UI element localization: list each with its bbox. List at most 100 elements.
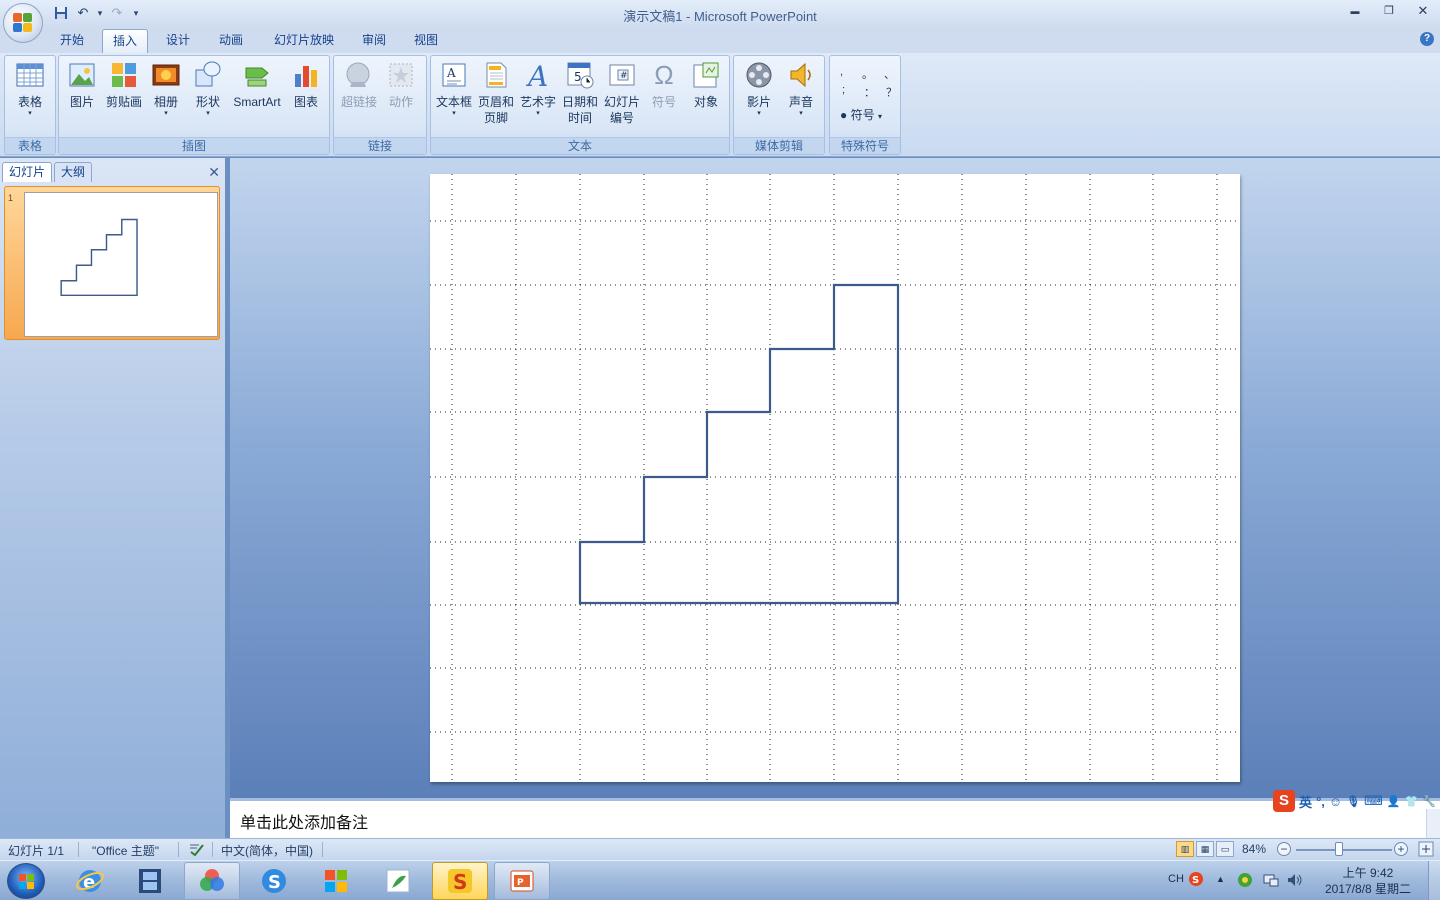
slide-canvas[interactable] xyxy=(430,174,1240,782)
tab-outline-pane[interactable]: 大纲 xyxy=(54,162,93,182)
special-char-comma[interactable]: , xyxy=(840,66,843,78)
sound-button[interactable]: 声音 ▾ xyxy=(780,60,822,136)
staircase-shape[interactable] xyxy=(578,283,900,605)
svg-text:S: S xyxy=(1192,875,1199,886)
wordart-button[interactable]: A 艺术字 ▾ xyxy=(517,60,559,136)
taskbar-color-app[interactable] xyxy=(184,862,240,900)
close-button[interactable]: ✕ xyxy=(1406,0,1440,22)
special-char-semicolon[interactable]: ; xyxy=(842,84,845,96)
taskbar-ie[interactable]: e xyxy=(62,862,118,900)
object-button[interactable]: 对象 xyxy=(685,60,727,136)
slide-thumbnail[interactable] xyxy=(24,192,218,337)
tab-home[interactable]: 开始 xyxy=(50,29,94,53)
chart-button[interactable]: 图表 xyxy=(285,60,327,136)
dropdown-arrow-icon: ▾ xyxy=(536,110,540,117)
notes-placeholder[interactable]: 单击此处添加备注 xyxy=(240,809,368,833)
slide-content xyxy=(430,174,1240,782)
zoom-level[interactable]: 84% xyxy=(1242,842,1266,856)
special-symbol-label: 符号 xyxy=(850,108,875,122)
clipart-label: 剪贴画 xyxy=(105,95,142,109)
special-char-enum-comma[interactable]: 、 xyxy=(884,66,895,82)
album-button[interactable]: 相册 ▾ xyxy=(145,60,187,136)
datetime-button[interactable]: 5 日期和 时间 xyxy=(559,60,601,136)
zoom-in-icon[interactable]: + xyxy=(1394,842,1408,856)
special-symbol-button[interactable]: ● 符号 ▾ xyxy=(840,106,882,123)
zoom-slider[interactable] xyxy=(1296,849,1392,851)
sogou-browser-icon: S xyxy=(262,869,286,893)
special-char-period[interactable]: 。 xyxy=(862,66,873,82)
clipart-button[interactable]: 剪贴画 xyxy=(103,60,145,136)
skin-icon[interactable]: 👕 xyxy=(1405,795,1419,808)
tab-review[interactable]: 审阅 xyxy=(352,29,396,53)
header-footer-button[interactable]: 页眉和 页脚 xyxy=(475,60,517,136)
tray-sogou-icon[interactable]: S xyxy=(1188,871,1204,890)
keyboard-icon[interactable]: ⌨ xyxy=(1364,793,1383,809)
user-icon[interactable]: 👤 xyxy=(1387,795,1401,808)
restore-button[interactable]: ❐ xyxy=(1372,0,1406,22)
group-label-special: 特殊符号 xyxy=(830,137,900,154)
tab-design[interactable]: 设计 xyxy=(156,29,200,53)
shapes-icon xyxy=(193,60,223,90)
picture-button[interactable]: 图片 xyxy=(61,60,103,136)
special-char-colon[interactable]: ： xyxy=(864,84,875,100)
tab-slideshow[interactable]: 幻灯片放映 xyxy=(264,29,344,53)
movie-button[interactable]: 影片 ▾ xyxy=(738,60,780,136)
group-tables: 表格 ▾ 表格 xyxy=(4,55,56,155)
slide-number-label: 幻灯片 编号 xyxy=(601,94,643,126)
tray-expand-icon[interactable]: ▲ xyxy=(1216,874,1225,884)
tab-insert[interactable]: 插入 xyxy=(102,29,148,53)
tray-language[interactable]: CH xyxy=(1168,873,1184,885)
datetime-label: 日期和 时间 xyxy=(559,94,601,126)
zoom-slider-thumb[interactable] xyxy=(1335,842,1344,856)
spellcheck-icon[interactable] xyxy=(188,842,206,860)
taskbar-sogou-browser[interactable]: S xyxy=(246,862,302,900)
movie-label: 影片 xyxy=(746,95,771,109)
zoom-out-icon[interactable]: − xyxy=(1277,842,1291,856)
taskbar-plant-app[interactable] xyxy=(370,862,426,900)
hyperlink-button[interactable]: 超链接 xyxy=(338,60,380,136)
tray-security-icon[interactable] xyxy=(1236,871,1254,892)
punctuation-icon[interactable]: °, xyxy=(1316,794,1325,809)
symbol-button[interactable]: Ω 符号 xyxy=(643,60,685,136)
close-icon[interactable]: ✕ xyxy=(208,164,220,181)
tray-network-icon[interactable] xyxy=(1262,871,1280,892)
taskbar-sogou-ime[interactable]: S xyxy=(432,862,488,900)
taskbar-video[interactable] xyxy=(122,862,178,900)
slide-thumbnail-selected[interactable]: 1 xyxy=(4,186,220,340)
help-icon[interactable]: ? xyxy=(1420,32,1434,46)
tab-slides-pane[interactable]: 幻灯片 xyxy=(2,162,53,182)
tools-icon[interactable]: 🔧 xyxy=(1422,795,1436,808)
action-button[interactable]: 动作 xyxy=(380,60,422,136)
sogou-s-icon[interactable]: S xyxy=(1273,790,1296,812)
taskbar-powerpoint[interactable]: P xyxy=(494,862,550,900)
fit-to-window-icon[interactable] xyxy=(1418,841,1434,860)
tab-animations[interactable]: 动画 xyxy=(208,29,254,53)
language-indicator[interactable]: 中文(简体，中国) xyxy=(221,842,313,859)
taskbar-apps[interactable] xyxy=(308,862,364,900)
svg-text:A: A xyxy=(446,66,456,80)
normal-view-icon[interactable]: ▥ xyxy=(1176,841,1194,857)
tray-volume-icon[interactable] xyxy=(1286,871,1304,892)
emoji-icon[interactable]: ☺ xyxy=(1329,794,1342,809)
show-desktop-button[interactable] xyxy=(1428,861,1440,900)
special-char-question[interactable]: ？ xyxy=(886,84,897,100)
ime-mode-toggle[interactable]: 英 xyxy=(1299,792,1312,811)
start-button[interactable] xyxy=(7,863,45,899)
smartart-button[interactable]: SmartArt xyxy=(229,60,285,136)
textbox-button[interactable]: A 文本框 ▾ xyxy=(433,60,475,136)
office-button[interactable] xyxy=(3,3,43,43)
slide-sorter-icon[interactable]: ▦ xyxy=(1196,841,1214,857)
system-clock[interactable]: 上午 9:42 2017/8/8 星期二 xyxy=(1318,865,1418,897)
notes-scrollbar[interactable] xyxy=(1426,809,1440,838)
table-button[interactable]: 表格 ▾ xyxy=(9,60,51,136)
notes-pane[interactable]: 单击此处添加备注 S 英 °, ☺ 🎙 ⌨ 👤 👕 🔧 xyxy=(230,790,1440,838)
slide-number-button[interactable]: # 幻灯片 编号 xyxy=(601,60,643,136)
minimize-button[interactable]: ▬ xyxy=(1338,0,1372,22)
slide-number-label-line1: 幻灯片 xyxy=(603,95,640,109)
ribbon: 表格 ▾ 表格 图片 剪贴画 相册 ▾ 形状 ▾ SmartArt 图表 插图 … xyxy=(0,53,1440,157)
microphone-icon[interactable]: 🎙 xyxy=(1346,795,1360,808)
tab-view[interactable]: 视图 xyxy=(404,29,448,53)
shapes-button[interactable]: 形状 ▾ xyxy=(187,60,229,136)
svg-text:S: S xyxy=(268,872,281,893)
slideshow-view-icon[interactable]: ▭ xyxy=(1216,841,1234,857)
